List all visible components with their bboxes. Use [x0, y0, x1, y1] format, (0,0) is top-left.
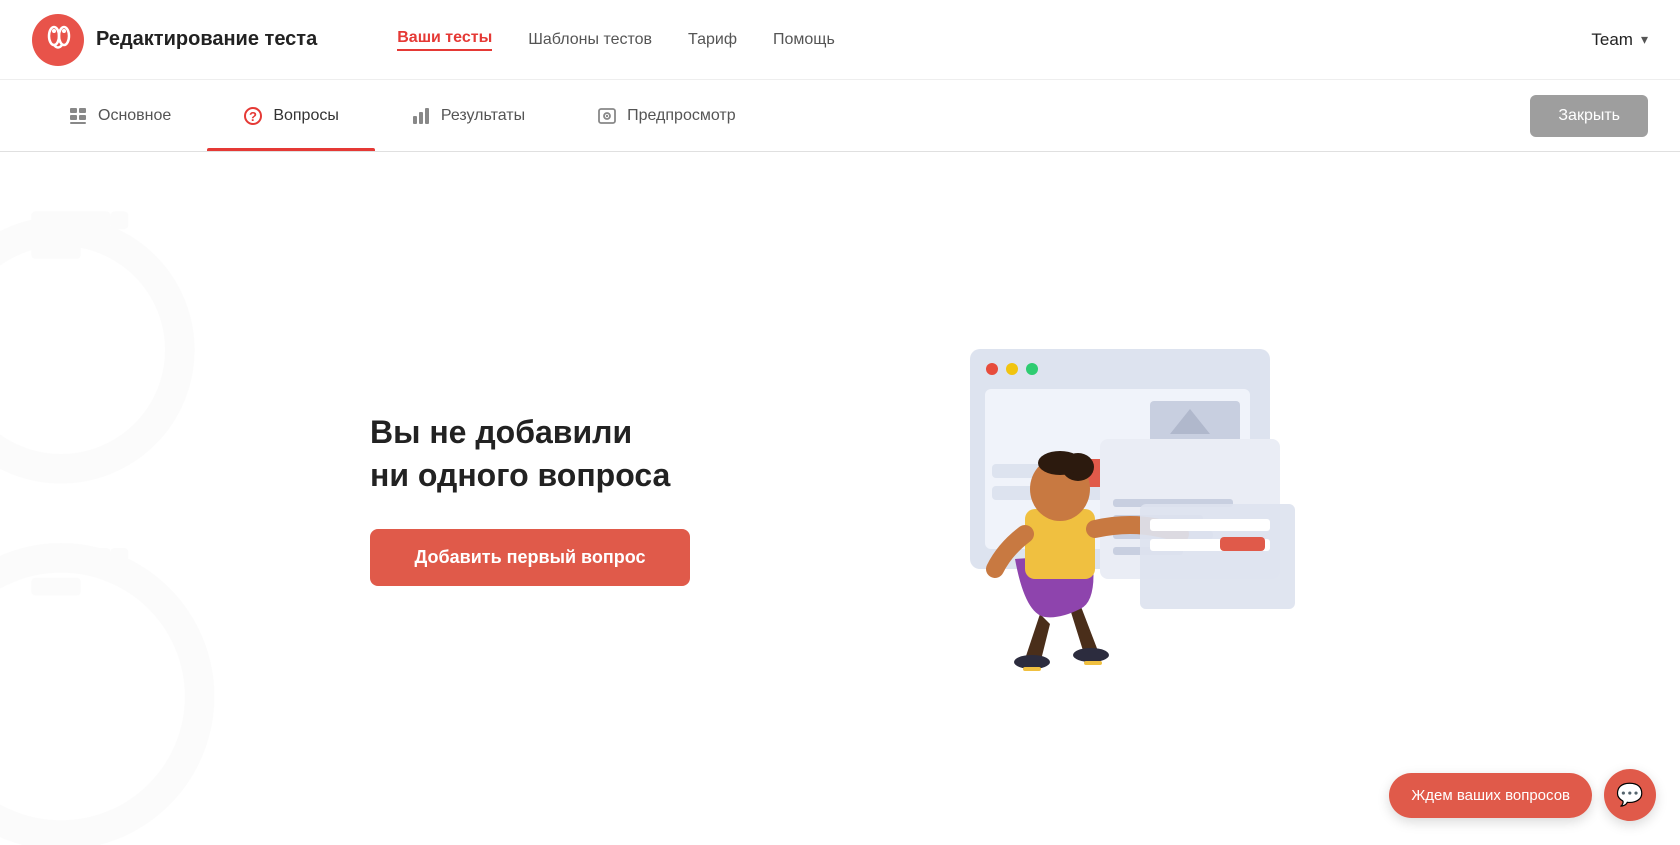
empty-title: Вы не добавили ни одного вопроса: [370, 411, 690, 497]
nav-links: Ваши тесты Шаблоны тестов Тариф Помощь: [397, 29, 1591, 51]
sub-nav-tabs: Основное ? Вопросы Результаты: [32, 80, 772, 151]
chevron-down-icon[interactable]: ▾: [1641, 31, 1648, 48]
tab-voprosy[interactable]: ? Вопросы: [207, 80, 375, 151]
sub-nav: Основное ? Вопросы Результаты: [0, 80, 1680, 152]
chat-label-button[interactable]: Ждем ваших вопросов: [1389, 773, 1592, 818]
nav-item-templates[interactable]: Шаблоны тестов: [528, 31, 652, 49]
team-label[interactable]: Team: [1591, 30, 1633, 50]
nav-item-your-tests[interactable]: Ваши тесты: [397, 29, 492, 51]
tab-osnovnoe[interactable]: Основное: [32, 80, 207, 151]
tab-predprosmotr[interactable]: Предпросмотр: [561, 80, 772, 151]
tab-voprosy-label: Вопросы: [273, 107, 339, 125]
chat-icon-button[interactable]: 💬: [1604, 769, 1656, 821]
tab-osnovnoe-label: Основное: [98, 107, 171, 125]
logo-area: Редактирование теста: [32, 14, 317, 66]
nav-item-help[interactable]: Помощь: [773, 31, 835, 49]
top-nav: Редактирование теста Ваши тесты Шаблоны …: [0, 0, 1680, 80]
grid-icon: [68, 106, 88, 126]
chat-icon: 💬: [1616, 782, 1643, 808]
bg-watermark: [0, 152, 320, 845]
nav-right: Team ▾: [1591, 30, 1648, 50]
logo-icon: [32, 14, 84, 66]
tab-rezultaty[interactable]: Результаты: [375, 80, 561, 151]
close-button[interactable]: Закрыть: [1530, 95, 1648, 137]
illustration: [770, 319, 1370, 679]
bottom-right-chat: Ждем ваших вопросов 💬: [1389, 769, 1656, 821]
tab-predprosmotr-label: Предпросмотр: [627, 107, 736, 125]
add-first-question-button[interactable]: Добавить первый вопрос: [370, 529, 690, 586]
svg-text:?: ?: [249, 109, 257, 124]
tab-rezultaty-label: Результаты: [441, 107, 525, 125]
empty-title-line2: ни одного вопроса: [370, 454, 690, 497]
preview-icon: [597, 106, 617, 126]
main-content: Вы не добавили ни одного вопроса Добавит…: [0, 152, 1680, 845]
nav-item-tariff[interactable]: Тариф: [688, 31, 737, 49]
question-icon: ?: [243, 106, 263, 126]
bar-icon: [411, 106, 431, 126]
illustration-svg: [830, 319, 1310, 679]
empty-title-line1: Вы не добавили: [370, 411, 690, 454]
left-section: Вы не добавили ни одного вопроса Добавит…: [370, 411, 690, 586]
logo-title: Редактирование теста: [96, 28, 317, 51]
